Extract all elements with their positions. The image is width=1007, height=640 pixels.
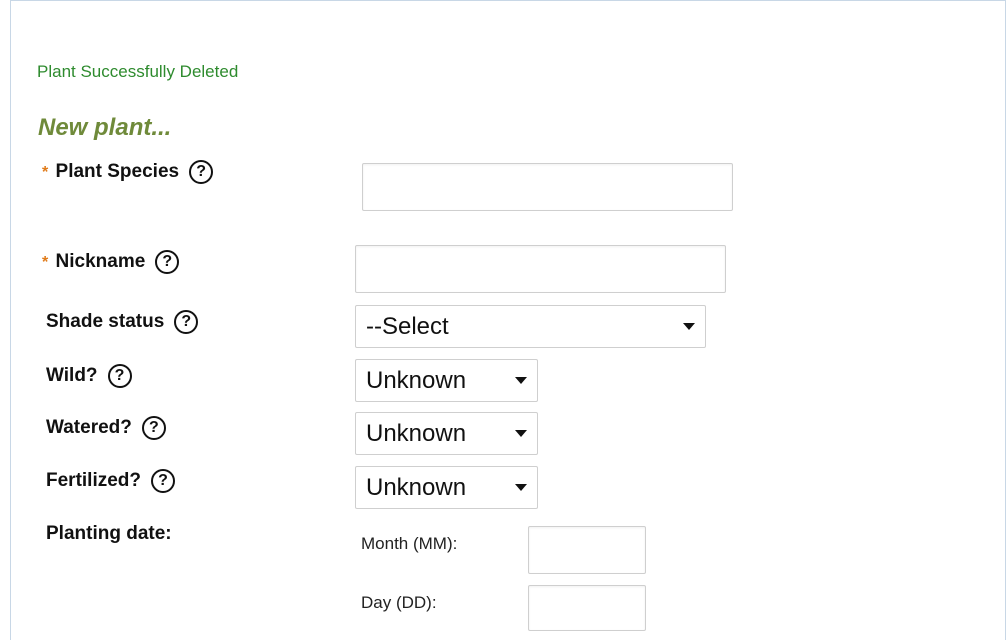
help-icon-wild[interactable]: ?: [107, 364, 132, 388]
chevron-down-icon: [515, 377, 527, 384]
nickname-label-row: * Nickname ?: [42, 250, 180, 274]
fertilized-label: Fertilized?: [46, 470, 142, 491]
fertilized-label-row: Fertilized? ?: [46, 469, 176, 493]
watered-selected-value: Unknown: [366, 419, 467, 447]
chevron-down-icon: [683, 323, 695, 330]
day-label: Day (DD):: [361, 593, 437, 612]
shade-label: Shade status: [46, 311, 165, 332]
wild-label-row: Wild? ?: [46, 364, 132, 388]
species-label-row: * Plant Species ?: [42, 160, 214, 184]
shade-selected-value: --Select: [366, 312, 449, 340]
chevron-down-icon: [515, 430, 527, 437]
month-label: Month (MM):: [361, 534, 458, 553]
watered-select[interactable]: Unknown: [355, 412, 538, 455]
species-input[interactable]: [362, 163, 733, 211]
shade-select[interactable]: --Select: [355, 305, 706, 348]
wild-label: Wild?: [46, 365, 98, 386]
nickname-input[interactable]: [355, 245, 726, 293]
fertilized-selected-value: Unknown: [366, 473, 467, 501]
species-label: Plant Species: [55, 161, 180, 182]
month-input[interactable]: [528, 526, 646, 574]
day-input[interactable]: [528, 585, 646, 631]
watered-label: Watered?: [46, 417, 132, 438]
planting-date-label: Planting date:: [46, 523, 172, 544]
status-message: Plant Successfully Deleted: [37, 62, 239, 81]
help-icon-fertilized[interactable]: ?: [151, 469, 176, 493]
help-icon-species[interactable]: ?: [189, 160, 214, 184]
shade-label-row: Shade status ?: [46, 310, 199, 334]
nickname-label: Nickname: [55, 251, 146, 272]
chevron-down-icon: [515, 484, 527, 491]
help-icon-shade[interactable]: ?: [174, 310, 199, 334]
wild-select[interactable]: Unknown: [355, 359, 538, 402]
required-marker: *: [42, 164, 49, 181]
fertilized-select[interactable]: Unknown: [355, 466, 538, 509]
help-icon-watered[interactable]: ?: [141, 416, 166, 440]
help-icon-nickname[interactable]: ?: [155, 250, 180, 274]
required-marker: *: [42, 254, 49, 271]
form-title: New plant...: [38, 114, 172, 141]
watered-label-row: Watered? ?: [46, 416, 166, 440]
wild-selected-value: Unknown: [366, 366, 467, 394]
